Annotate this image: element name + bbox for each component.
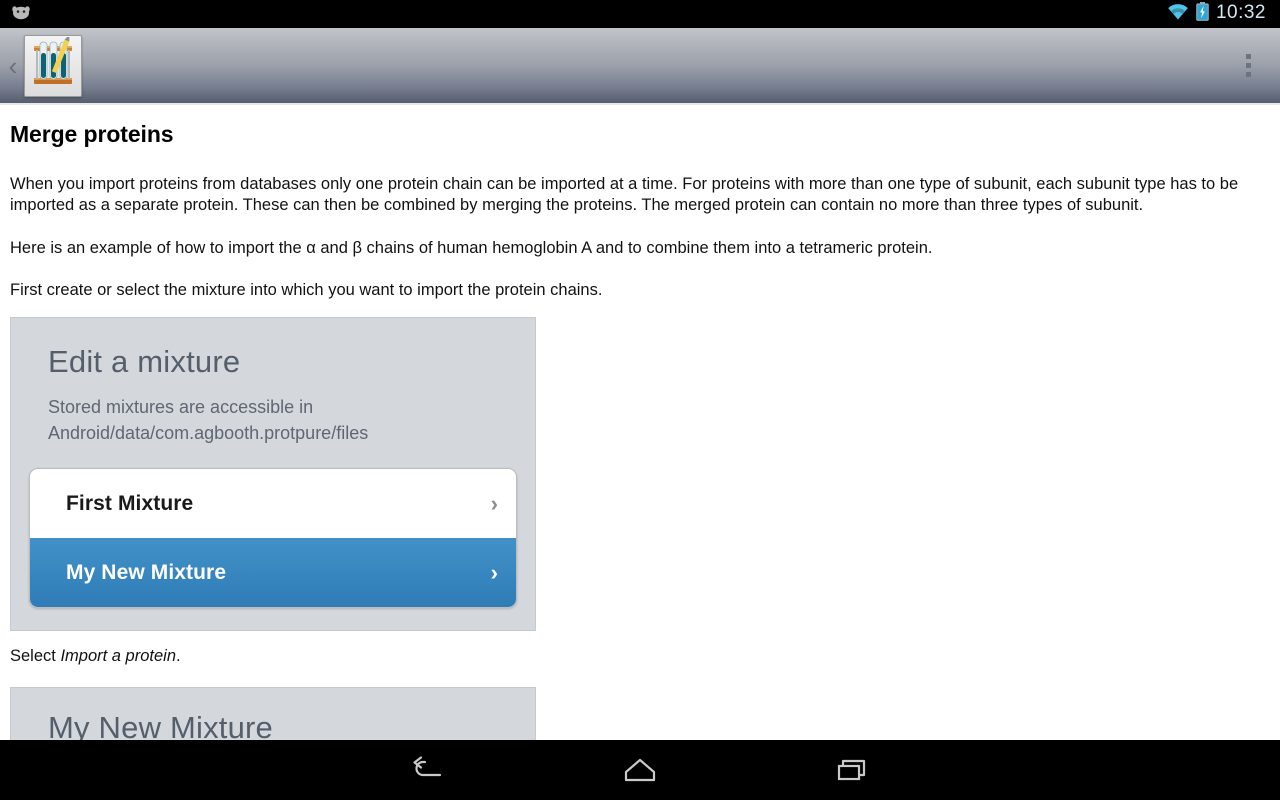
wifi-icon xyxy=(1167,3,1189,25)
test-tube-rack-icon xyxy=(29,34,77,94)
up-chevron-icon[interactable]: ‹ xyxy=(2,53,24,79)
paragraph-3: First create or select the mixture into … xyxy=(10,281,603,299)
page-title: Merge proteins xyxy=(10,121,174,147)
list-item-label: My New Mixture xyxy=(66,560,227,584)
device-screen: 10:32 ‹ Merge proteins When you import p… xyxy=(0,0,1280,800)
home-icon[interactable] xyxy=(534,740,747,800)
list-item[interactable]: My New Mixture › xyxy=(30,538,516,607)
action-bar: ‹ xyxy=(0,28,1280,105)
select-italic: Import a protein xyxy=(60,647,177,665)
screenshot-my-new-mixture: My New Mixture xyxy=(10,687,536,740)
paragraph-select-import: Select Import a protein. xyxy=(10,646,1266,667)
paragraph-2: Here is an example of how to import the … xyxy=(10,239,933,257)
select-prefix: Select xyxy=(10,647,61,665)
android-notification-icon xyxy=(10,3,32,26)
recents-icon[interactable] xyxy=(747,740,960,800)
overflow-menu-icon[interactable] xyxy=(1226,28,1270,103)
status-bar-system-icons: 10:32 xyxy=(1167,2,1272,26)
overflow-dot xyxy=(1245,63,1251,68)
help-content-scroll[interactable]: Merge proteins When you import proteins … xyxy=(0,105,1280,740)
select-suffix: . xyxy=(176,647,181,665)
list-item-label: First Mixture xyxy=(66,491,194,515)
status-bar-clock: 10:32 xyxy=(1215,2,1266,23)
screenshot-subtitle: Stored mixtures are accessible in Androi… xyxy=(48,397,369,443)
app-icon-button[interactable] xyxy=(24,34,82,97)
paragraph-1: When you import proteins from databases … xyxy=(10,175,1239,214)
status-bar-notifications xyxy=(10,3,32,26)
list-item[interactable]: First Mixture › xyxy=(30,469,516,538)
chevron-right-icon: › xyxy=(490,490,498,516)
mixture-list: First Mixture › My New Mixture › xyxy=(29,468,517,608)
screenshot-2-title: My New Mixture xyxy=(48,710,273,740)
navigation-bar xyxy=(0,740,1280,800)
back-icon[interactable] xyxy=(321,740,534,800)
overflow-dot xyxy=(1245,72,1251,77)
battery-charging-icon xyxy=(1196,2,1209,26)
screenshot-edit-a-mixture: Edit a mixture Stored mixtures are acces… xyxy=(10,317,536,631)
status-bar: 10:32 xyxy=(0,0,1280,28)
overflow-dot xyxy=(1245,54,1251,59)
chevron-right-icon: › xyxy=(490,559,498,585)
screenshot-title: Edit a mixture xyxy=(48,344,241,379)
